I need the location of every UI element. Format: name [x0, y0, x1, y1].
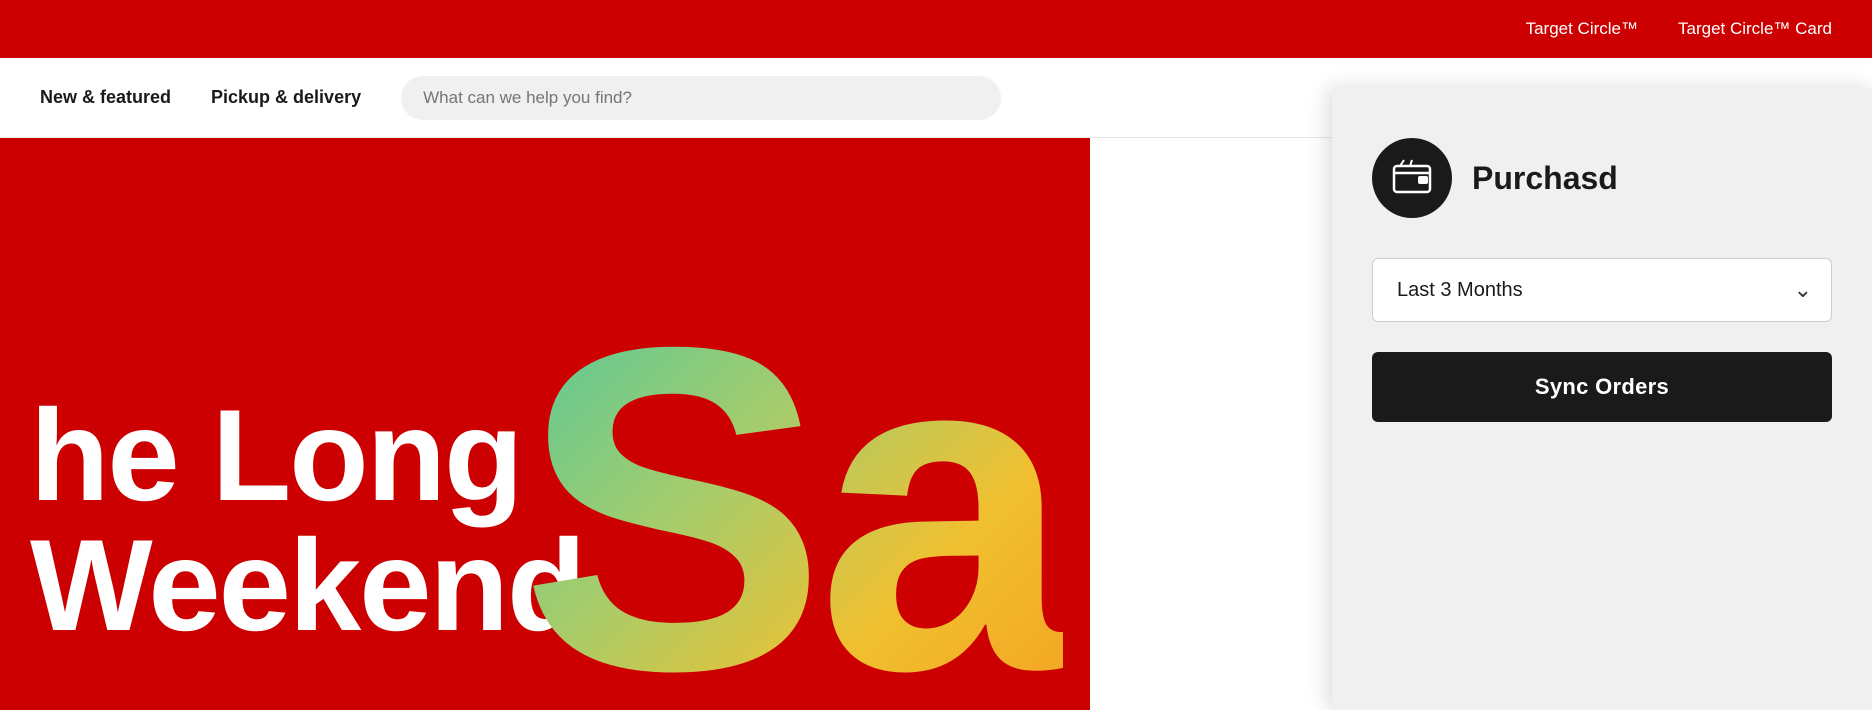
sync-orders-button[interactable]: Sync Orders [1372, 352, 1832, 422]
hero-line1: he Long [30, 382, 521, 528]
wallet-icon [1390, 156, 1434, 200]
purchasd-icon [1372, 138, 1452, 218]
popup-panel: Purchasd Last 3 Months Last 6 Months Las… [1332, 88, 1872, 710]
time-period-dropdown[interactable]: Last 3 Months Last 6 Months Last 12 Mont… [1372, 258, 1832, 322]
hero-section: he Long Weekend Sa [0, 138, 1090, 710]
dropdown-container: Last 3 Months Last 6 Months Last 12 Mont… [1372, 258, 1832, 322]
hero-sale-text: Sa [520, 280, 1063, 710]
top-banner: Target Circle™ Target Circle™ Card [0, 0, 1872, 58]
nav-pickup-delivery[interactable]: Pickup & delivery [211, 87, 361, 108]
search-input[interactable] [401, 76, 1001, 120]
popup-title: Purchasd [1472, 160, 1618, 197]
hero-line2: Weekend [30, 512, 584, 658]
target-circle-link[interactable]: Target Circle™ [1526, 19, 1638, 39]
popup-header: Purchasd [1372, 138, 1832, 218]
nav-new-featured[interactable]: New & featured [40, 87, 171, 108]
target-circle-card-link[interactable]: Target Circle™ Card [1678, 19, 1832, 39]
hero-text: he Long Weekend [30, 390, 584, 650]
